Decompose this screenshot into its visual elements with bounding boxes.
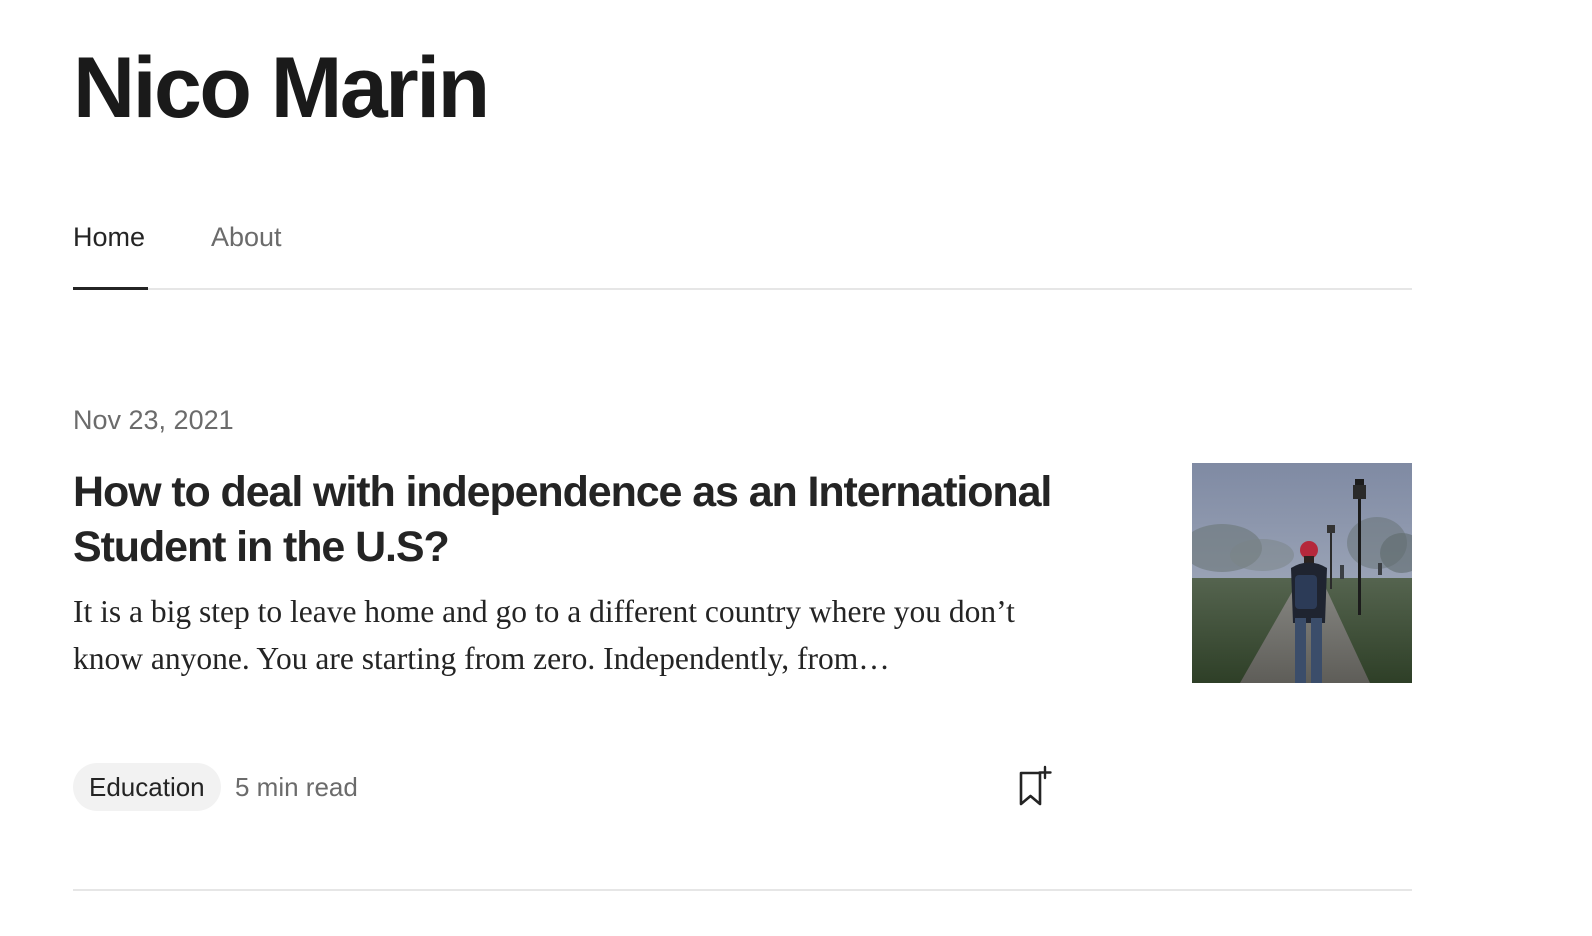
post-divider [73,889,1412,891]
post-thumbnail[interactable] [1192,463,1412,683]
bookmark-add-icon[interactable] [1014,764,1056,808]
tab-about[interactable]: About [211,214,282,290]
active-tab-indicator [73,287,148,290]
tabs-divider [73,288,1412,290]
post-title[interactable]: How to deal with independence as an Inte… [73,465,1133,575]
read-time: 5 min read [235,772,358,802]
profile-tabs: Home About [73,214,1412,290]
post-excerpt[interactable]: It is a big step to leave home and go to… [73,588,1073,682]
page-title[interactable]: Nico Marin [73,38,490,138]
tab-home[interactable]: Home [73,214,145,290]
tag-pill[interactable]: Education [73,763,221,811]
post-date: Nov 23, 2021 [73,405,234,435]
